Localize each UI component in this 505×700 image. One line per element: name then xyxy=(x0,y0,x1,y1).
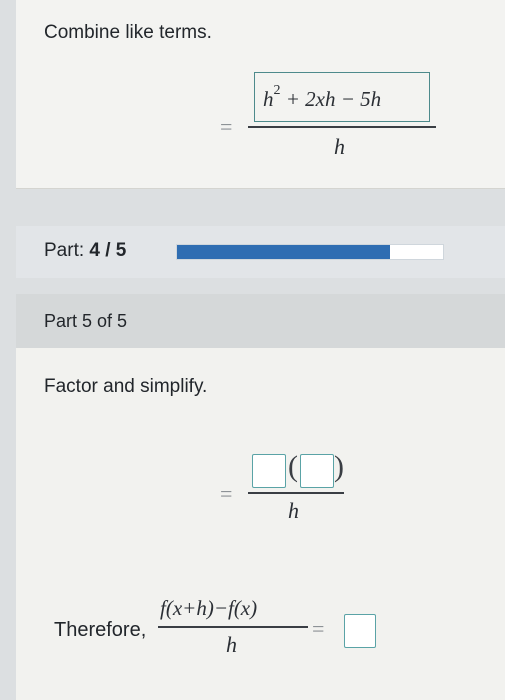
filled-answer-box[interactable]: h2 + 2xh − 5h xyxy=(254,72,430,122)
filled-answer-expression: h2 + 2xh − 5h xyxy=(263,83,382,112)
part-title: Part 5 of 5 xyxy=(44,311,128,331)
part-progress-label: Part: 4 / 5 xyxy=(44,240,126,262)
difference-quotient-denominator: h xyxy=(226,632,237,657)
fraction-denominator: h xyxy=(334,134,345,159)
therefore-label: Therefore, xyxy=(54,619,147,641)
progress-bar-fill xyxy=(177,245,390,259)
part-header: Part 5 of 5 xyxy=(16,294,505,348)
final-answer-input[interactable] xyxy=(344,614,376,648)
answer-rest: + 2xh − 5h xyxy=(285,87,382,111)
factor-instruction: Factor and simplify. xyxy=(44,376,208,397)
factor-denominator: h xyxy=(288,498,299,523)
factor-section: Factor and simplify. = ( ) h Therefore, … xyxy=(16,348,505,700)
part-progress-value: 4 / 5 xyxy=(89,240,127,261)
factor-input-2[interactable] xyxy=(300,454,334,488)
answer-h: h xyxy=(263,87,274,111)
factor-equals-sign: = xyxy=(220,481,233,506)
combine-like-terms-section: Combine like terms. = h2 + 2xh − 5h h xyxy=(16,0,505,189)
fraction-bar xyxy=(248,126,436,128)
factor-input-1[interactable] xyxy=(252,454,286,488)
answer-exponent: 2 xyxy=(273,83,281,98)
part-progress-prefix: Part: xyxy=(44,240,85,261)
progress-bar xyxy=(176,244,444,260)
combine-instruction: Combine like terms. xyxy=(44,22,212,43)
part-progress: Part: 4 / 5 xyxy=(16,226,505,278)
difference-quotient-numerator: f(x+h)−f(x) xyxy=(160,596,258,620)
close-paren: ) xyxy=(334,450,344,483)
factor-fraction-bar xyxy=(248,492,344,494)
open-paren: ( xyxy=(288,450,298,483)
difference-quotient-bar xyxy=(158,626,308,628)
therefore-equals-sign: = xyxy=(312,616,325,641)
equals-sign: = xyxy=(220,114,233,139)
